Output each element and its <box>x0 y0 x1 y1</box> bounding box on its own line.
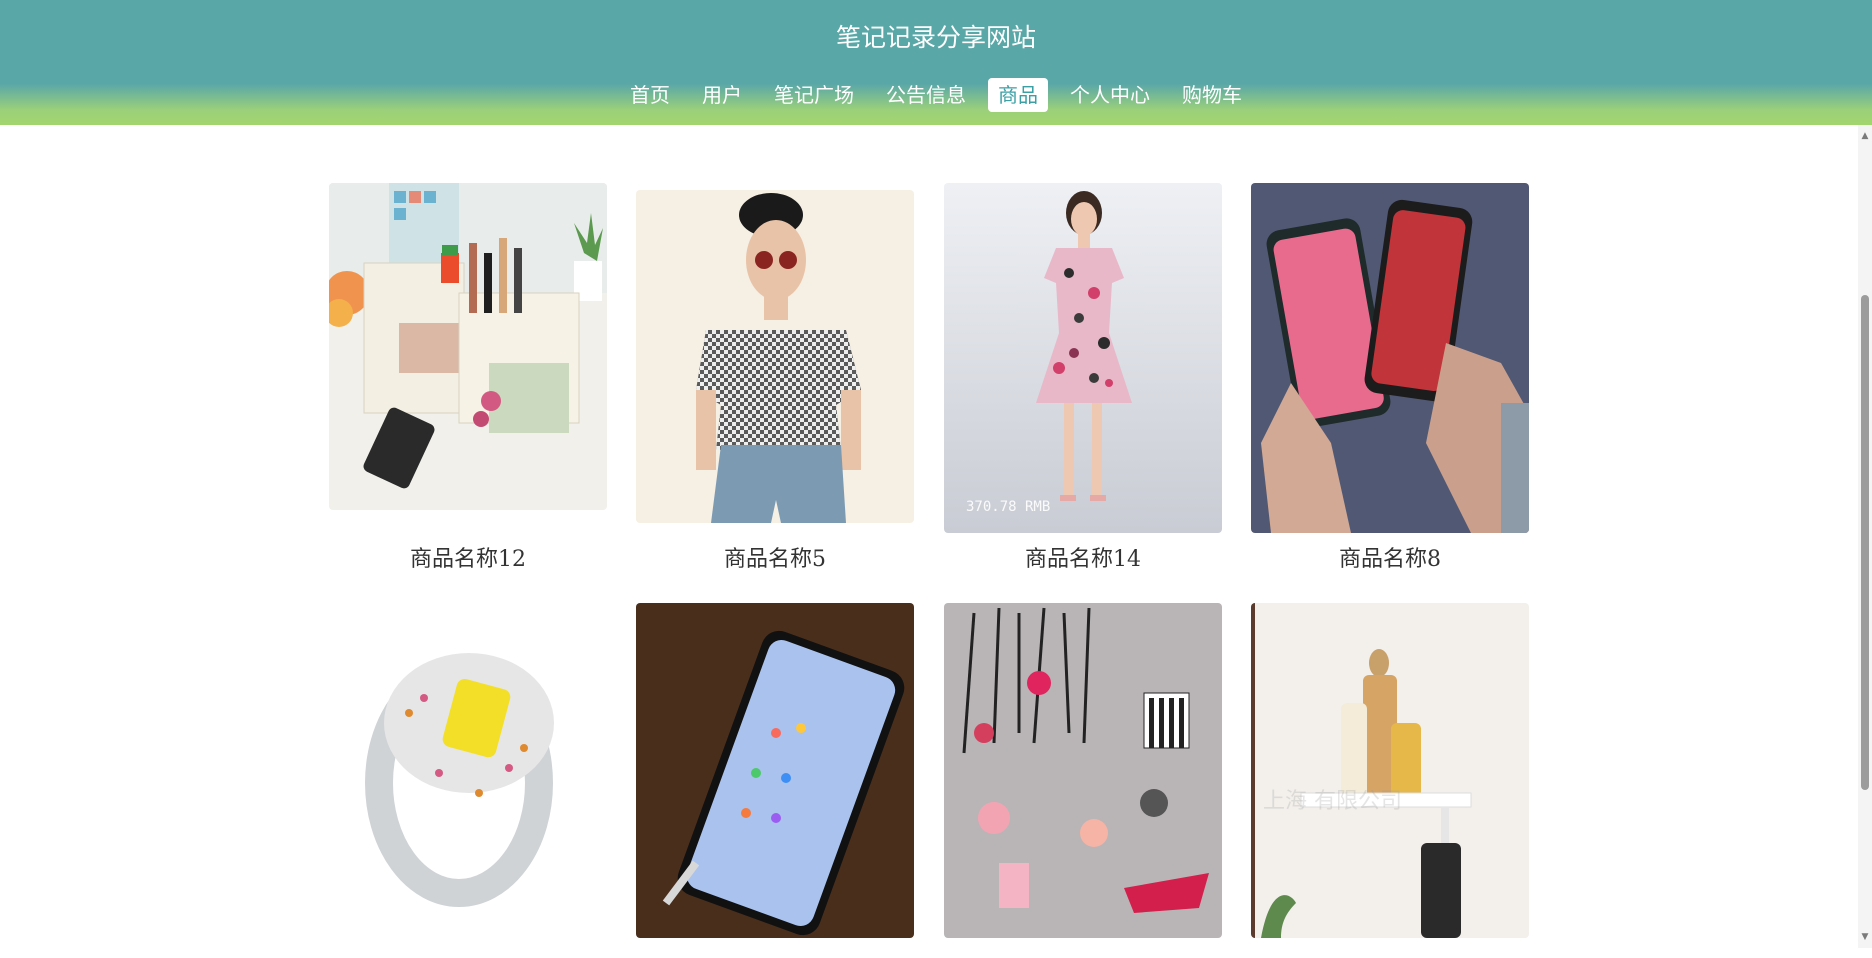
product-image-smartphones[interactable] <box>1251 183 1529 533</box>
image-watermark: 上海 有限公司 <box>1263 789 1402 814</box>
product-image-smartphone-on-table[interactable] <box>636 603 914 938</box>
main-nav: 首页 用户 笔记广场 公告信息 商品 个人中心 购物车 <box>0 78 1872 112</box>
product-image-fashion-model[interactable] <box>636 190 914 523</box>
nav-item-users[interactable]: 用户 <box>692 78 752 112</box>
vertical-scrollbar[interactable]: ▲ ▼ <box>1858 125 1872 948</box>
product-image-desk-organizer[interactable] <box>329 183 607 510</box>
product-name[interactable]: 商品名称12 <box>329 541 607 573</box>
nav-item-products[interactable]: 商品 <box>988 78 1048 112</box>
scroll-down-icon[interactable]: ▼ <box>1858 930 1872 944</box>
product-image-cosmetics-illustration[interactable] <box>944 603 1222 938</box>
nav-item-home[interactable]: 首页 <box>620 78 680 112</box>
nav-item-notes-square[interactable]: 笔记广场 <box>764 78 864 112</box>
site-header: 笔记记录分享网站 首页 用户 笔记广场 公告信息 商品 个人中心 购物车 <box>0 0 1872 125</box>
product-image-bathroom-shelf[interactable]: 上海 有限公司 <box>1251 603 1529 938</box>
scroll-up-icon[interactable]: ▲ <box>1858 129 1872 143</box>
product-image-yellow-gem-ring[interactable] <box>329 603 607 938</box>
nav-item-announcements[interactable]: 公告信息 <box>876 78 976 112</box>
nav-item-cart[interactable]: 购物车 <box>1172 78 1252 112</box>
product-name[interactable]: 商品名称14 <box>944 541 1222 573</box>
nav-item-profile[interactable]: 个人中心 <box>1060 78 1160 112</box>
site-title: 笔记记录分享网站 <box>835 23 1036 52</box>
product-name[interactable]: 商品名称8 <box>1251 541 1529 573</box>
scroll-thumb[interactable] <box>1861 295 1869 790</box>
product-name[interactable]: 商品名称5 <box>636 541 914 573</box>
page: 笔记记录分享网站 首页 用户 笔记广场 公告信息 商品 个人中心 购物车 商品名… <box>0 0 1872 958</box>
price-overlay: 370.78 RMB <box>966 499 1051 515</box>
product-image-floral-dress[interactable]: 370.78 RMB <box>944 183 1222 533</box>
